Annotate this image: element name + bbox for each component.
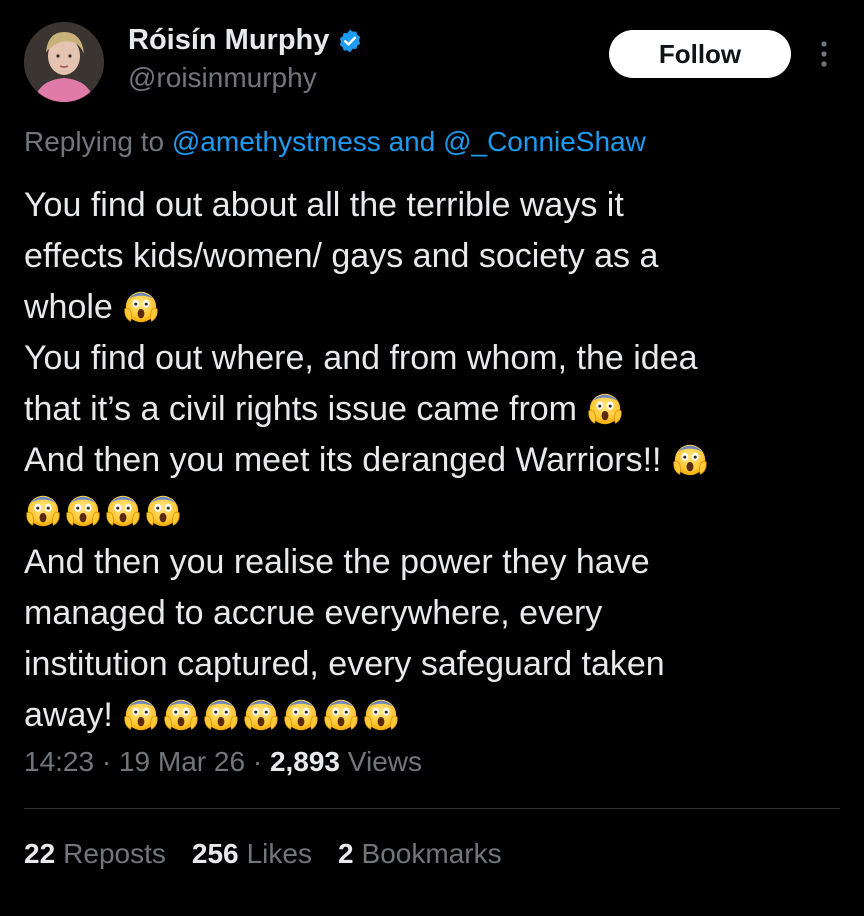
tweet-line: managed to accrue everywhere, every	[24, 594, 603, 632]
verified-badge-icon	[337, 28, 363, 54]
display-name[interactable]: Róisín Murphy	[128, 24, 329, 57]
screaming-face-icon	[586, 390, 624, 428]
divider	[24, 808, 840, 809]
reply-connector: and	[388, 126, 436, 157]
screaming-face-icon	[24, 492, 62, 530]
tweet-line: And then you realise the power they have	[24, 543, 650, 581]
tweet-card: Róisín Murphy @roisinmurphy Follow Reply…	[0, 0, 864, 916]
reposts-label: Reposts	[63, 838, 166, 869]
screaming-face-icon	[242, 696, 280, 734]
screaming-face-icon	[64, 492, 102, 530]
tweet-line: that it’s a civil rights issue came from	[24, 384, 844, 435]
replying-to-prefix: Replying to	[24, 126, 165, 157]
reposts-count: 22	[24, 838, 56, 869]
replying-to: Replying to @amethystmess and @_ConnieSh…	[24, 124, 646, 160]
mention-link[interactable]: @amethystmess	[172, 126, 381, 157]
tweet-text: You find out about all the terrible ways…	[24, 180, 844, 741]
screaming-face-icon	[144, 492, 182, 530]
tweet-meta: 14:23 · 19 Mar 26 · 2,893 Views	[24, 746, 422, 778]
engagement-stats: 22 Reposts 256 Likes 2 Bookmarks	[24, 838, 502, 870]
screaming-face-icon	[202, 696, 240, 734]
name-row: Róisín Murphy	[128, 24, 363, 57]
tweet-line: And then you meet its deranged Warriors!…	[24, 435, 844, 486]
tweet-line: away!	[24, 690, 844, 741]
screaming-face-icon	[362, 696, 400, 734]
meta-separator: ·	[252, 746, 263, 777]
tweet-date[interactable]: 19 Mar 26	[119, 746, 245, 777]
screaming-face-icon	[162, 696, 200, 734]
likes-label: Likes	[246, 838, 312, 869]
tweet-line: You find out about all the terrible ways…	[24, 186, 624, 224]
likes-count: 256	[191, 838, 239, 869]
tweet-line: whole	[24, 282, 844, 333]
avatar[interactable]	[24, 22, 104, 102]
tweet-emoji-row	[24, 486, 844, 537]
screaming-face-icon	[671, 441, 709, 479]
tweet-time[interactable]: 14:23	[24, 746, 94, 777]
screaming-face-icon	[322, 696, 360, 734]
likes-stat[interactable]: 256 Likes	[192, 838, 312, 870]
mention-link[interactable]: @_ConnieShaw	[443, 126, 646, 157]
bookmarks-count: 2	[337, 838, 354, 869]
reposts-stat[interactable]: 22 Reposts	[24, 838, 166, 870]
bookmarks-stat[interactable]: 2 Bookmarks	[338, 838, 502, 870]
screaming-face-icon	[104, 492, 142, 530]
views-count: 2,893	[269, 746, 341, 777]
views-label: Views	[347, 746, 422, 777]
follow-button[interactable]: Follow	[609, 30, 791, 78]
screaming-face-icon	[122, 288, 160, 326]
screaming-face-icon	[122, 696, 160, 734]
tweet-line: institution captured, every safeguard ta…	[24, 645, 665, 683]
user-handle[interactable]: @roisinmurphy	[128, 62, 317, 94]
screaming-face-icon	[282, 696, 320, 734]
more-options-icon[interactable]	[812, 38, 836, 70]
bookmarks-label: Bookmarks	[361, 838, 502, 869]
tweet-line: You find out where, and from whom, the i…	[24, 339, 698, 377]
meta-separator: ·	[101, 746, 112, 777]
tweet-line: effects kids/women/ gays and society as …	[24, 237, 659, 275]
